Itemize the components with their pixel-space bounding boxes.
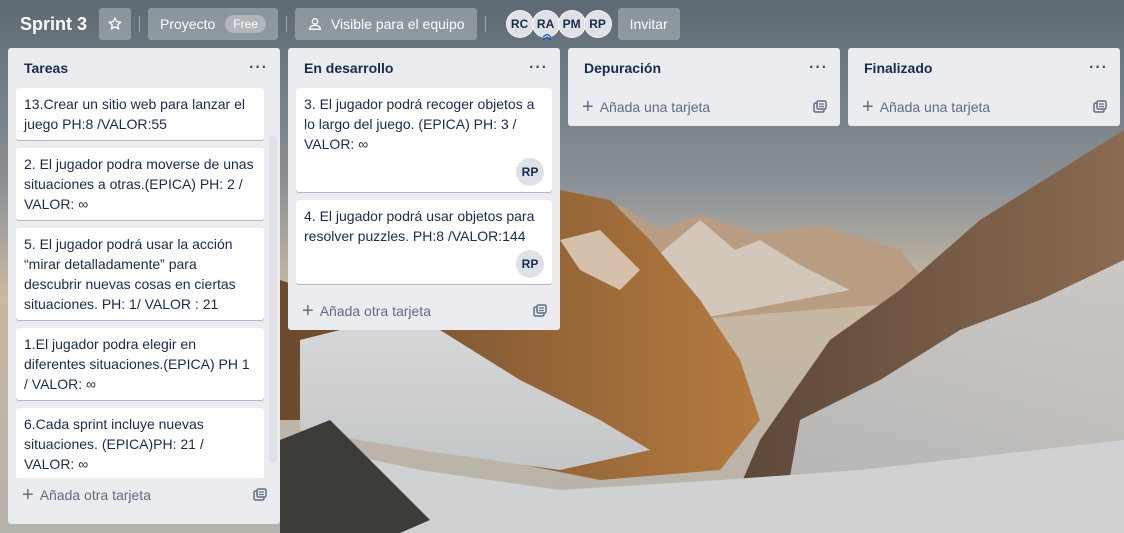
card[interactable]: 3. El jugador podrá recoger objetos a lo… — [296, 88, 552, 192]
team-icon — [308, 18, 321, 30]
card-title: 1.El jugador podra elegir en diferentes … — [24, 336, 250, 392]
card[interactable]: 4. El jugador podrá usar objetos para re… — [296, 200, 552, 284]
card-title: 3. El jugador podrá recoger objetos a lo… — [304, 96, 535, 152]
card-list: 3. El jugador podrá recoger objetos a lo… — [288, 88, 560, 284]
member-initials: RA — [536, 17, 555, 31]
list-scrollbar[interactable] — [269, 136, 277, 463]
ellipsis-icon[interactable]: ··· — [809, 59, 828, 77]
member-avatar[interactable]: PM — [557, 10, 586, 38]
card-members: RP — [304, 250, 544, 278]
list-title[interactable]: Tareas — [24, 60, 68, 76]
list-finalizado[interactable]: Finalizado ··· + Añada una tarjeta — [848, 48, 1120, 126]
visibility-label: Visible para el equipo — [330, 16, 465, 32]
board-members: RC RA PM RP — [505, 10, 612, 40]
card-title: 2. El jugador podra moverse de unas situ… — [24, 156, 254, 212]
ellipsis-icon[interactable]: ··· — [249, 59, 268, 77]
header-divider — [285, 16, 287, 32]
plus-icon: + — [302, 300, 314, 322]
board-title[interactable]: Sprint 3 — [12, 8, 95, 40]
card-template-icon[interactable] — [532, 303, 548, 319]
list-footer: + Añada otra tarjeta — [288, 292, 560, 330]
card-title: 5. El jugador podrá usar la acción “mira… — [24, 236, 236, 312]
ellipsis-icon[interactable]: ··· — [529, 59, 548, 77]
add-card-label: Añada una tarjeta — [599, 99, 711, 115]
workspace-label: Proyecto — [160, 16, 216, 32]
invite-button[interactable]: Invitar — [617, 8, 680, 40]
card-template-icon[interactable] — [812, 99, 828, 115]
header-divider — [484, 16, 486, 32]
card-title: 6.Cada sprint incluye nuevas situaciones… — [24, 416, 204, 472]
list-en-desarrollo[interactable]: En desarrollo ··· 3. El jugador podrá re… — [288, 48, 560, 330]
list-header: Depuración ··· — [568, 48, 840, 88]
header-divider — [139, 16, 141, 32]
add-card-button[interactable]: + Añada otra tarjeta — [22, 485, 151, 505]
card-members: RP — [304, 158, 544, 186]
list-header: En desarrollo ··· — [288, 48, 560, 88]
card[interactable]: 13.Crear un sitio web para lanzar el jue… — [16, 88, 264, 140]
card-title: 13.Crear un sitio web para lanzar el jue… — [24, 96, 246, 132]
plan-badge: Free — [225, 15, 266, 33]
list-title[interactable]: En desarrollo — [304, 60, 393, 76]
star-icon — [108, 17, 122, 30]
list-title[interactable]: Depuración — [584, 60, 661, 76]
card[interactable]: 6.Cada sprint incluye nuevas situaciones… — [16, 408, 264, 478]
add-card-button[interactable]: + Añada una tarjeta — [582, 97, 710, 117]
plus-icon: + — [582, 96, 594, 118]
plus-icon: + — [862, 96, 874, 118]
board-header: Sprint 3 Proyecto Free Visible para el e… — [0, 0, 1124, 48]
list-footer: + Añada una tarjeta — [848, 88, 1120, 126]
plus-icon: + — [22, 484, 34, 506]
list-depuracion[interactable]: Depuración ··· + Añada una tarjeta — [568, 48, 840, 126]
list-title[interactable]: Finalizado — [864, 60, 932, 76]
card[interactable]: 1.El jugador podra elegir en diferentes … — [16, 328, 264, 400]
member-avatar-admin[interactable]: RA — [531, 10, 560, 40]
add-card-button[interactable]: + Añada una tarjeta — [862, 97, 990, 117]
card-template-icon[interactable] — [1092, 99, 1108, 115]
card-list: 13.Crear un sitio web para lanzar el jue… — [8, 88, 280, 478]
add-card-label: Añada una tarjeta — [879, 99, 991, 115]
visibility-button[interactable]: Visible para el equipo — [294, 8, 477, 40]
star-board-button[interactable] — [99, 8, 132, 40]
admin-chevron-icon — [542, 34, 551, 40]
card[interactable]: 5. El jugador podrá usar la acción “mira… — [16, 228, 264, 320]
list-header: Finalizado ··· — [848, 48, 1120, 88]
list-header: Tareas ··· — [8, 48, 280, 88]
add-card-button[interactable]: + Añada otra tarjeta — [302, 301, 431, 321]
member-avatar[interactable]: RC — [505, 10, 534, 38]
member-avatar[interactable]: RP — [583, 10, 612, 38]
card-member-avatar[interactable]: RP — [516, 158, 544, 186]
card-template-icon[interactable] — [252, 487, 268, 503]
list-footer: + Añada otra tarjeta — [8, 476, 280, 514]
ellipsis-icon[interactable]: ··· — [1089, 59, 1108, 77]
card[interactable]: 2. El jugador podra moverse de unas situ… — [16, 148, 264, 220]
card-title: 4. El jugador podrá usar objetos para re… — [304, 208, 535, 244]
card-member-avatar[interactable]: RP — [516, 250, 544, 278]
workspace-button[interactable]: Proyecto Free — [148, 8, 278, 40]
add-card-label: Añada otra tarjeta — [39, 487, 151, 503]
add-card-label: Añada otra tarjeta — [319, 303, 431, 319]
list-tareas[interactable]: Tareas ··· 13.Crear un sitio web para la… — [8, 48, 280, 524]
list-footer: + Añada una tarjeta — [568, 88, 840, 126]
